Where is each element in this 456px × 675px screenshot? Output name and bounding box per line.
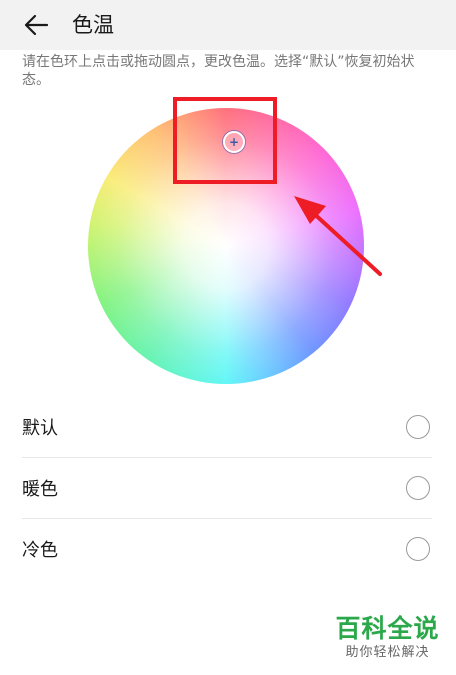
option-cool[interactable]: 冷色 bbox=[22, 518, 432, 579]
annotation-highlight-box bbox=[173, 97, 277, 184]
radio-button[interactable] bbox=[406, 476, 430, 500]
option-label: 冷色 bbox=[22, 540, 58, 561]
header-bar: 色温 bbox=[0, 0, 456, 50]
option-label: 默认 bbox=[22, 418, 58, 439]
option-default[interactable]: 默认 bbox=[22, 397, 432, 457]
arrow-left-icon bbox=[24, 14, 49, 36]
page-title: 色温 bbox=[72, 13, 114, 37]
radio-button[interactable] bbox=[406, 415, 430, 439]
instruction-text: 请在色环上点击或拖动圆点，更改色温。选择“默认”恢复初始状态。 bbox=[22, 54, 415, 88]
watermark-subtitle: 助你轻松解决 bbox=[345, 645, 430, 660]
radio-button[interactable] bbox=[406, 537, 430, 561]
option-warm[interactable]: 暖色 bbox=[22, 457, 432, 518]
option-label: 暖色 bbox=[22, 479, 58, 500]
annotation-arrow-icon bbox=[294, 196, 382, 276]
back-button[interactable] bbox=[18, 8, 54, 42]
watermark-logo: 百科全说 助你轻松解决 bbox=[330, 614, 445, 662]
watermark-title: 百科全说 bbox=[335, 614, 440, 643]
preset-options: 默认 暖色 冷色 bbox=[22, 397, 432, 579]
